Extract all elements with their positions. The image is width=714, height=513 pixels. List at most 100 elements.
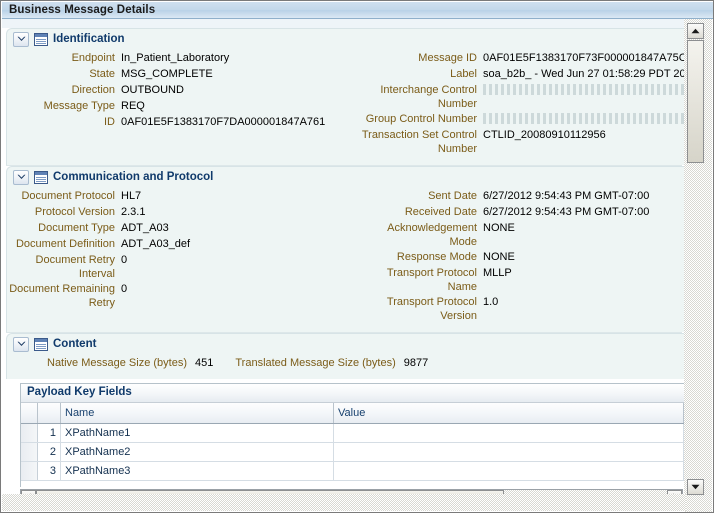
- field-label: Label soa_b2b_ - Wed Jun 27 01:58:29 PDT…: [359, 67, 685, 82]
- field-document-remaining-retry: Document Remaining Retry 0: [7, 282, 359, 310]
- field-translated-message-size-label: Translated Message Size (bytes): [235, 357, 396, 369]
- field-sent-date: Sent Date 6/27/2012 9:54:43 PM GMT-07:00: [359, 189, 685, 204]
- table-rownum-header: [37, 403, 61, 424]
- main-vscroll-track[interactable]: [687, 40, 704, 478]
- row-number: 1: [37, 423, 61, 443]
- field-document-remaining-retry-value: 0: [121, 283, 128, 295]
- field-document-definition-value: ADT_A03_def: [121, 238, 191, 250]
- table-icon: [34, 32, 48, 46]
- field-group-control-number-value: [483, 113, 686, 124]
- section-identification: Identification Endpoint In_Patient_Labor…: [6, 28, 686, 165]
- field-message-id-value: 0AF01E5F1383170F73F000001847A75C: [483, 52, 685, 64]
- cell-value[interactable]: [333, 442, 684, 462]
- field-endpoint-label: Endpoint: [71, 52, 115, 64]
- field-state-value: MSG_COMPLETE: [121, 68, 213, 80]
- field-transaction-set-control-number-label: Transaction Set Control Number: [361, 129, 477, 155]
- field-message-type-value: REQ: [121, 100, 145, 112]
- triangle-down-icon[interactable]: [687, 479, 704, 495]
- field-transport-protocol-name: Transport Protocol Name MLLP: [359, 266, 685, 294]
- main-vscroll-thumb[interactable]: [687, 40, 704, 163]
- field-document-remaining-retry-label: Document Remaining Retry: [9, 283, 115, 309]
- field-document-type-label: Document Type: [38, 222, 115, 234]
- chevron-down-icon[interactable]: [13, 336, 29, 352]
- row-gutter[interactable]: [21, 442, 38, 462]
- table-row[interactable]: 2 XPathName2: [21, 442, 684, 462]
- field-document-definition-label: Document Definition: [15, 238, 115, 250]
- field-direction-label: Direction: [71, 84, 115, 96]
- cell-name[interactable]: XPathName3: [60, 461, 334, 481]
- cell-value[interactable]: [333, 423, 684, 443]
- window-titlebar: Business Message Details: [2, 2, 713, 19]
- triangle-up-icon[interactable]: [687, 23, 704, 39]
- communication-right-column: Sent Date 6/27/2012 9:54:43 PM GMT-07:00…: [359, 189, 685, 324]
- identification-left-column: Endpoint In_Patient_Laboratory State MSG…: [7, 51, 359, 157]
- field-endpoint-value: In_Patient_Laboratory: [121, 52, 230, 64]
- main-vscroll-inner[interactable]: [687, 23, 704, 495]
- field-transport-protocol-name-value: MLLP: [483, 267, 512, 279]
- identification-right-column: Message ID 0AF01E5F1383170F73F000001847A…: [359, 51, 686, 157]
- section-identification-header[interactable]: Identification: [7, 29, 685, 49]
- field-message-type-label: Message Type: [43, 100, 115, 112]
- field-document-definition: Document Definition ADT_A03_def: [7, 237, 359, 252]
- table-row[interactable]: 3 XPathName3: [21, 461, 684, 481]
- field-sent-date-value: 6/27/2012 9:54:43 PM GMT-07:00: [483, 190, 650, 202]
- field-id-value: 0AF01E5F1383170F7DA000001847A761: [121, 116, 326, 128]
- field-id-label: ID: [104, 116, 115, 128]
- field-document-type-value: ADT_A03: [121, 222, 169, 234]
- cell-name[interactable]: XPathName1: [60, 423, 334, 443]
- field-acknowledgement-mode-label: Acknowledgement Mode: [387, 222, 477, 248]
- section-communication-header[interactable]: Communication and Protocol: [7, 167, 685, 187]
- cell-name[interactable]: XPathName2: [60, 442, 334, 462]
- field-protocol-version-value: 2.3.1: [121, 206, 146, 218]
- field-endpoint: Endpoint In_Patient_Laboratory: [7, 51, 359, 66]
- chevron-down-icon[interactable]: [13, 31, 29, 47]
- field-document-protocol-label: Document Protocol: [21, 190, 115, 202]
- field-group-control-number: Group Control Number: [359, 112, 686, 127]
- field-sent-date-label: Sent Date: [428, 190, 477, 202]
- row-gutter[interactable]: [21, 461, 38, 481]
- field-native-message-size-value: 451: [195, 357, 214, 369]
- business-message-details-window: Business Message Details Identification …: [0, 0, 714, 513]
- section-communication-title: Communication and Protocol: [53, 171, 214, 183]
- table-row[interactable]: 1 XPathName1: [21, 423, 684, 443]
- field-group-control-number-label: Group Control Number: [365, 113, 477, 125]
- table-header-name[interactable]: Name: [60, 403, 334, 424]
- chevron-down-icon[interactable]: [13, 169, 29, 185]
- cell-value[interactable]: [333, 461, 684, 481]
- section-identification-title: Identification: [53, 33, 125, 45]
- field-response-mode: Response Mode NONE: [359, 250, 685, 265]
- row-gutter[interactable]: [21, 423, 38, 443]
- field-response-mode-value: NONE: [483, 251, 515, 263]
- communication-fields: Document Protocol HL7 Protocol Version 2…: [7, 187, 685, 332]
- table-icon: [34, 170, 48, 184]
- section-content-title: Content: [53, 338, 97, 350]
- section-content: Content Native Message Size (bytes) 451 …: [6, 333, 686, 379]
- field-document-type: Document Type ADT_A03: [7, 221, 359, 236]
- field-state-label: State: [89, 68, 115, 80]
- field-interchange-control-number-label: Interchange Control Number: [380, 84, 477, 110]
- table-header-value[interactable]: Value: [333, 403, 684, 424]
- payload-key-fields-table: Name Value 1 XPathName1 2 XPathName2 3 X…: [21, 403, 684, 481]
- field-document-protocol-value: HL7: [121, 190, 142, 202]
- field-document-retry-interval: Document Retry Interval 0: [7, 253, 359, 281]
- main-vertical-scrollbar[interactable]: [684, 19, 712, 512]
- field-transport-protocol-version: Transport Protocol Version 1.0: [359, 295, 685, 323]
- field-document-protocol: Document Protocol HL7: [7, 189, 359, 204]
- field-message-id-label: Message ID: [418, 52, 477, 64]
- field-transaction-set-control-number: Transaction Set Control Number CTLID_200…: [359, 128, 685, 156]
- field-native-message-size-label: Native Message Size (bytes): [47, 357, 187, 369]
- field-acknowledgement-mode: Acknowledgement Mode NONE: [359, 221, 685, 249]
- field-received-date: Received Date 6/27/2012 9:54:43 PM GMT-0…: [359, 205, 685, 220]
- section-content-header[interactable]: Content: [7, 334, 685, 354]
- outer-horizontal-scroll-area[interactable]: [2, 494, 686, 511]
- payload-key-fields-header: Payload Key Fields: [21, 384, 684, 403]
- communication-left-column: Document Protocol HL7 Protocol Version 2…: [7, 189, 359, 324]
- field-transport-protocol-name-label: Transport Protocol Name: [386, 267, 477, 293]
- field-protocol-version-label: Protocol Version: [34, 206, 115, 218]
- field-transaction-set-control-number-value: CTLID_20080910112956: [483, 129, 606, 141]
- field-interchange-control-number-value: [483, 84, 686, 95]
- field-direction: Direction OUTBOUND: [7, 83, 359, 98]
- field-transport-protocol-version-value: 1.0: [483, 296, 499, 308]
- table-header-row: Name Value: [21, 403, 684, 424]
- row-number: 3: [37, 461, 61, 481]
